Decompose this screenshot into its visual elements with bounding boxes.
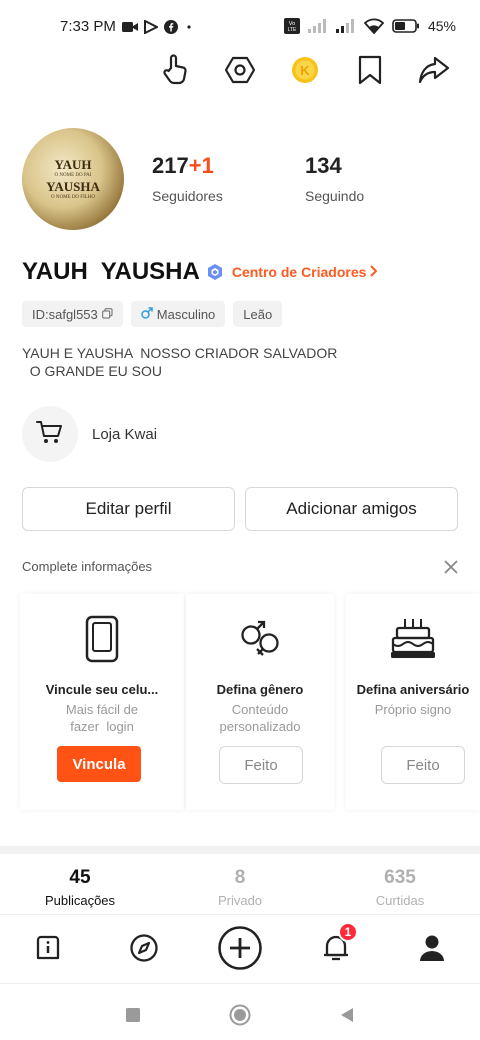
card-desc: Próprio signo — [374, 702, 452, 717]
phone-icon — [85, 614, 119, 664]
discover-compass-icon[interactable] — [124, 928, 164, 968]
back-triangle-icon[interactable] — [332, 1000, 362, 1030]
shop-link[interactable]: Loja Kwai — [22, 406, 157, 462]
shop-label: Loja Kwai — [92, 425, 158, 443]
tab-count: 635 — [384, 867, 416, 888]
bookmark-icon[interactable] — [352, 52, 388, 88]
top-action-bar: K — [0, 52, 480, 92]
home-circle-icon[interactable] — [225, 1000, 255, 1030]
edit-profile-button[interactable]: Editar perfil — [22, 487, 235, 531]
card-link-phone[interactable]: Vincule seu celu... Mais fácil de fazer … — [20, 594, 184, 810]
complete-info-cards: Vincule seu celu... Mais fácil de fazer … — [0, 594, 480, 814]
profile-tags: ID:safgl553 Masculino Leão — [22, 301, 283, 327]
gender-tag: Masculino — [130, 301, 226, 327]
tab-label: Publicações — [44, 893, 116, 908]
system-nav-bar — [0, 990, 480, 1040]
chevron-right-icon — [369, 264, 378, 280]
user-id: ID:safgl553 — [32, 306, 98, 322]
birthday-cake-icon — [389, 614, 437, 664]
tabs-divider — [0, 914, 480, 915]
avatar-text-4: O NOME DO FILHO — [50, 195, 96, 200]
settings-hexagon-icon[interactable] — [222, 52, 258, 88]
creator-center-link[interactable]: Centro de Criadores — [232, 264, 378, 280]
video-camera-icon — [121, 21, 138, 33]
set-gender-done-button[interactable]: Feito — [219, 746, 303, 784]
set-birthday-done-button[interactable]: Feito — [381, 746, 465, 784]
gender-symbols-icon — [236, 614, 284, 664]
profile-actions: Editar perfil Adicionar amigos — [22, 487, 458, 531]
dot-icon — [184, 22, 194, 32]
nav-divider — [0, 983, 480, 984]
home-icon[interactable] — [28, 928, 68, 968]
tab-label: Curtidas — [375, 893, 425, 908]
following-stat[interactable]: 134 Seguindo — [305, 152, 364, 204]
verified-badge-icon — [206, 263, 224, 281]
profile-person-icon[interactable] — [412, 928, 452, 968]
share-icon[interactable] — [416, 52, 452, 88]
svg-text:K: K — [300, 63, 310, 78]
followers-delta: +1 — [188, 153, 214, 178]
signal-icon — [307, 19, 328, 33]
tab-private[interactable]: 8 Privado — [180, 866, 300, 908]
signal-icon-2 — [335, 19, 356, 33]
avatar-text-3: YAUSHA — [46, 179, 100, 194]
followers-stat[interactable]: 217+1 Seguidores — [152, 152, 223, 204]
following-label: Seguindo — [305, 188, 365, 204]
notification-badge: 1 — [338, 922, 358, 942]
hand-pointer-icon[interactable] — [158, 52, 194, 88]
profile-bio: YAUH E YAUSHA NOSSO CRIADOR SALVADOR O G… — [22, 345, 338, 379]
followers-label: Seguidores — [152, 188, 223, 204]
male-icon — [141, 306, 153, 322]
tab-likes[interactable]: 635 Curtidas — [340, 866, 460, 908]
play-store-icon — [143, 19, 158, 34]
card-title: Vincule seu celu... — [45, 682, 159, 697]
gender-label: Masculino — [156, 306, 216, 322]
followers-count: 217 — [152, 153, 189, 178]
following-count: 134 — [305, 153, 342, 178]
battery-icon — [392, 19, 420, 33]
tab-label: Privado — [217, 893, 263, 908]
user-id-tag[interactable]: ID:safgl553 — [22, 301, 123, 327]
create-plus-icon[interactable] — [216, 924, 264, 972]
facebook-icon — [163, 19, 178, 34]
avatar-text-2: O NOME DO PAI — [54, 173, 92, 178]
tab-count: 8 — [234, 867, 246, 888]
card-title: Defina aniversário — [356, 682, 470, 697]
card-desc: Mais fácil de fazer login — [65, 702, 139, 734]
svg-text:LTE: LTE — [288, 27, 297, 33]
status-bar: 7:33 PM Vo LTE 45% — [0, 0, 480, 56]
coin-icon[interactable]: K — [287, 52, 323, 88]
content-tabs: 45 Publicações 8 Privado 635 Curtidas — [0, 866, 480, 914]
avatar[interactable]: YAUH O NOME DO PAI YAUSHA O NOME DO FILH… — [22, 128, 124, 230]
card-set-birthday[interactable]: Defina aniversário Próprio signo Feito — [346, 594, 480, 810]
status-time: 7:33 PM — [60, 18, 116, 35]
card-title: Defina gênero — [216, 682, 304, 697]
username-row: YAUH YAUSHA Centro de Criadores — [22, 258, 378, 286]
volte-icon: Vo LTE — [283, 18, 300, 34]
tab-publications[interactable]: 45 Publicações — [20, 866, 140, 908]
section-divider — [0, 846, 480, 854]
card-set-gender[interactable]: Defina gênero Conteúdo personalizado Fei… — [186, 594, 334, 810]
zodiac-label: Leão — [243, 306, 273, 322]
tab-count: 45 — [69, 867, 91, 888]
wifi-icon — [363, 18, 384, 34]
complete-info-title: Complete informações — [22, 559, 153, 574]
link-phone-button[interactable]: Vincula — [57, 746, 141, 782]
bottom-nav — [0, 920, 480, 980]
zodiac-tag: Leão — [233, 301, 283, 327]
battery-percent: 45% — [427, 18, 456, 34]
copy-icon[interactable] — [101, 307, 113, 322]
creator-center-label: Centro de Criadores — [231, 264, 367, 280]
shopping-cart-icon — [36, 419, 64, 450]
close-icon[interactable] — [442, 558, 460, 576]
card-desc: Conteúdo personalizado — [219, 702, 301, 734]
recent-apps-icon[interactable] — [118, 1000, 148, 1030]
add-friends-button[interactable]: Adicionar amigos — [245, 487, 458, 531]
username: YAUH YAUSHA — [22, 258, 200, 285]
avatar-text-1: YAUH — [54, 157, 92, 172]
